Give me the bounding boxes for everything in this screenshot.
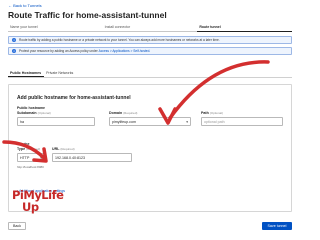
info-banner-text: Protect your resource by adding an Acces… <box>19 49 98 53</box>
subdomain-input[interactable]: ha <box>17 117 95 126</box>
url-label-text: URL <box>52 147 60 151</box>
step-route-tunnel: Route tunnel <box>197 23 293 32</box>
tab-public-hostnames[interactable]: Public Hostnames <box>8 70 45 77</box>
access-applications-link[interactable]: Access > Applications > Self-hosted. <box>99 49 151 53</box>
back-button[interactable]: Back <box>8 222 26 230</box>
step-install-connector: Install connector <box>102 23 198 32</box>
step-name-tunnel: Name your tunnel <box>8 23 103 32</box>
logo-line-2: Up <box>22 200 39 214</box>
info-banner-text: Route traffic by adding a public hostnam… <box>19 38 220 42</box>
url-hint: http://localhost:8080 <box>17 165 44 169</box>
page-title: Route Traffic for home-assistant-tunnel <box>8 10 167 20</box>
save-tunnel-button[interactable]: Save tunnel <box>262 222 292 230</box>
service-type-select[interactable]: HTTP ▾ <box>17 153 45 162</box>
pimylifeup-logo: PiMyLife Up <box>6 187 64 220</box>
hostname-tabs: Public Hostnames Private Networks <box>8 70 292 78</box>
type-label-text: Type <box>17 147 26 151</box>
type-label: Type(Required) <box>17 147 40 151</box>
service-label: Service <box>17 142 30 146</box>
domain-select[interactable]: pimylifeup.com ▾ <box>109 117 191 126</box>
url-label: URL(Required) <box>52 147 75 151</box>
info-banner-route: i Route traffic by adding a public hostn… <box>8 36 292 44</box>
chevron-down-icon: ▾ <box>186 120 188 124</box>
path-input[interactable]: optional path <box>201 117 283 126</box>
path-optional: (Optional) <box>209 111 223 115</box>
info-icon: i <box>12 38 16 42</box>
info-icon: i <box>12 49 16 53</box>
domain-required: (Required) <box>123 111 138 115</box>
subdomain-label-text: Subdomain <box>17 111 37 115</box>
url-required: (Required) <box>60 147 75 151</box>
tab-private-networks[interactable]: Private Networks <box>44 70 76 77</box>
type-value: HTTP <box>20 155 30 160</box>
path-label-text: Path <box>201 111 209 115</box>
domain-value: pimylifeup.com <box>112 119 136 124</box>
domain-label-text: Domain <box>109 111 123 115</box>
wizard-steps: Name your tunnel Install connector Route… <box>8 23 293 32</box>
subdomain-optional: (Optional) <box>37 111 51 115</box>
info-banner-access: i Protect your resource by adding an Acc… <box>8 47 292 55</box>
public-hostname-label: Public hostname <box>17 106 46 110</box>
subdomain-label: Subdomain(Optional) <box>17 111 51 115</box>
back-to-tunnels-link[interactable]: ← Back to Tunnels <box>8 3 42 8</box>
domain-label: Domain(Required) <box>109 111 137 115</box>
type-required: (Required) <box>26 147 41 151</box>
path-label: Path(Optional) <box>201 111 223 115</box>
card-title: Add public hostname for home-assistant-t… <box>17 95 131 101</box>
chevron-down-icon: ▾ <box>40 156 42 160</box>
service-url-input[interactable]: 192.168.0.40:8123 <box>52 153 132 162</box>
